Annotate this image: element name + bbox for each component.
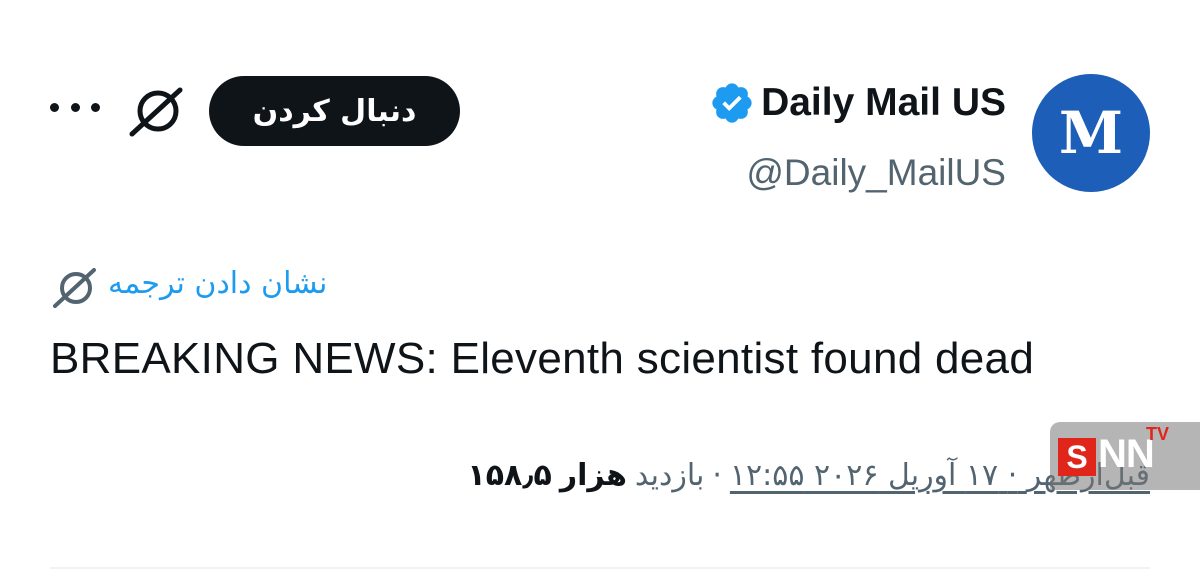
account-handle[interactable]: @Daily_MailUS bbox=[746, 152, 1006, 194]
account-name-row: Daily Mail US bbox=[709, 80, 1006, 126]
date: ۱۷ آوریل bbox=[888, 458, 999, 493]
divider bbox=[50, 567, 1150, 569]
clock-time: ۱۲:۵۵ bbox=[729, 458, 805, 493]
verified-badge-icon bbox=[712, 83, 752, 123]
views-label: بازدید bbox=[634, 458, 705, 493]
snn-tv-watermark: S NN TV bbox=[1050, 422, 1200, 490]
separator-dot: · bbox=[712, 458, 722, 493]
display-name[interactable]: Daily Mail US bbox=[761, 81, 1006, 125]
daily-mail-logo-icon: M bbox=[1058, 99, 1123, 167]
views-unit: هزار bbox=[559, 458, 627, 493]
grok-icon[interactable] bbox=[126, 84, 186, 140]
dot-icon bbox=[70, 102, 80, 112]
follow-button[interactable]: دنبال کردن bbox=[209, 76, 460, 146]
watermark-tv: TV bbox=[1146, 424, 1170, 444]
show-translation-link[interactable]: نشان دادن ترجمه bbox=[108, 266, 327, 301]
watermark-s: S bbox=[1058, 438, 1096, 476]
tweet-text: BREAKING NEWS: Eleventh scientist found … bbox=[50, 334, 1035, 383]
grok-translate-icon bbox=[53, 268, 96, 308]
tweet-meta: قبل‌ازظهر · ۱۷ آوریل ۲۰۲۶ ۱۲:۵۵ · بازدید… bbox=[467, 458, 1150, 493]
more-options-icon[interactable] bbox=[50, 92, 100, 122]
dot-icon bbox=[50, 102, 59, 112]
views-count: ۱۵۸٫۵ bbox=[467, 458, 552, 493]
year: ۲۰۲۶ bbox=[814, 458, 879, 493]
dot-icon bbox=[91, 102, 100, 112]
avatar[interactable]: M bbox=[1032, 74, 1150, 192]
